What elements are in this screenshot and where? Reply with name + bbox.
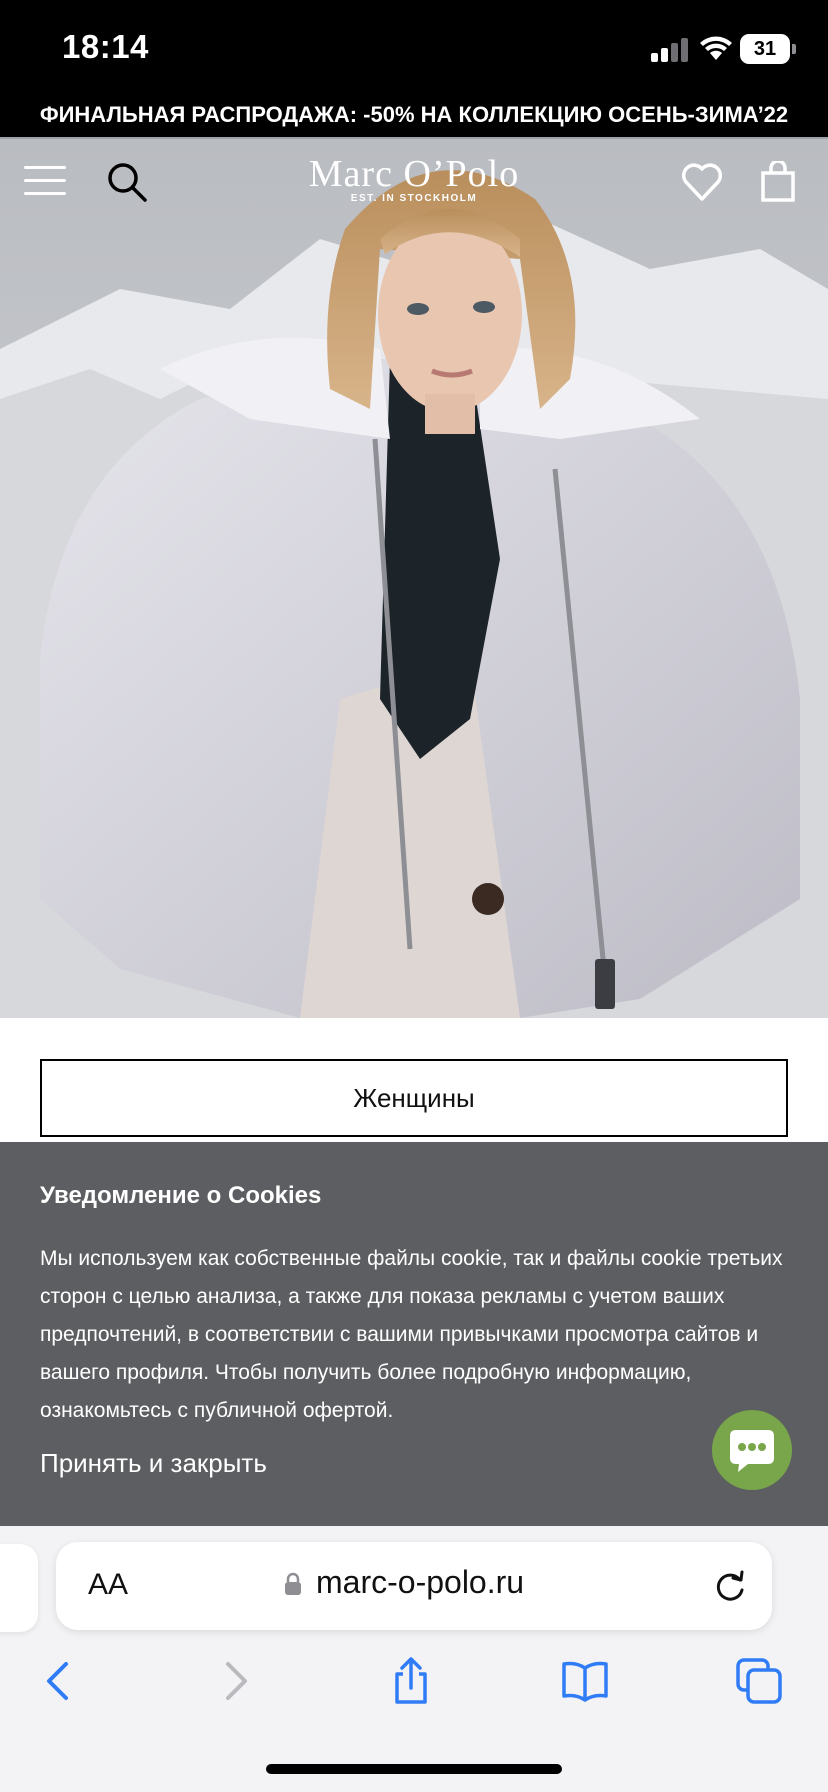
search-icon[interactable] [106, 161, 148, 203]
home-indicator [266, 1764, 562, 1774]
previous-tab-preview[interactable] [0, 1544, 38, 1632]
site-header: Marc O’Polo EST. IN STOCKHOLM [0, 139, 828, 229]
text-size-label: AA [88, 1568, 129, 1601]
promo-banner[interactable]: ФИНАЛЬНАЯ РАСПРОДАЖА: -50% НА КОЛЛЕКЦИЮ … [0, 92, 828, 138]
reload-icon[interactable] [712, 1568, 748, 1604]
status-time: 18:14 [62, 28, 149, 65]
back-icon[interactable] [34, 1656, 84, 1706]
wifi-icon [700, 36, 732, 60]
hero-image[interactable] [0, 139, 828, 1018]
menu-icon[interactable] [24, 166, 66, 196]
share-icon[interactable] [386, 1656, 436, 1706]
text-size-button[interactable]: AA [88, 1568, 128, 1602]
cookie-text: Мы используем как собственные файлы cook… [40, 1247, 783, 1422]
heart-icon[interactable] [680, 161, 724, 203]
cookie-accept-button[interactable]: Принять и закрыть [40, 1448, 267, 1479]
status-bar: 18:14 31 [0, 0, 828, 92]
hero-illustration [0, 139, 828, 1018]
battery-icon: 31 [740, 34, 796, 64]
address-bar[interactable]: AA marc-o-polo.ru [56, 1542, 772, 1630]
brand-logo[interactable]: Marc O’Polo EST. IN STOCKHOLM [264, 153, 564, 204]
logo-main-text: Marc O’Polo [308, 153, 520, 195]
bookmarks-icon[interactable] [560, 1656, 610, 1706]
url-text[interactable]: marc-o-polo.ru [316, 1564, 524, 1601]
browser-toolbar: AA marc-o-polo.ru [0, 1526, 828, 1792]
cookie-notice: Уведомление о Cookies Мы используем как … [0, 1142, 828, 1526]
forward-icon[interactable] [210, 1656, 260, 1706]
tabs-icon[interactable] [734, 1656, 784, 1706]
chat-button[interactable] [712, 1410, 792, 1490]
cookie-title: Уведомление о Cookies [40, 1182, 322, 1209]
chat-bubble-icon [730, 1430, 774, 1472]
signal-icon [651, 36, 691, 62]
battery-level: 31 [753, 38, 777, 60]
lock-icon [285, 1572, 301, 1595]
bag-icon[interactable] [760, 161, 796, 203]
women-category-button[interactable]: Женщины [40, 1059, 788, 1137]
